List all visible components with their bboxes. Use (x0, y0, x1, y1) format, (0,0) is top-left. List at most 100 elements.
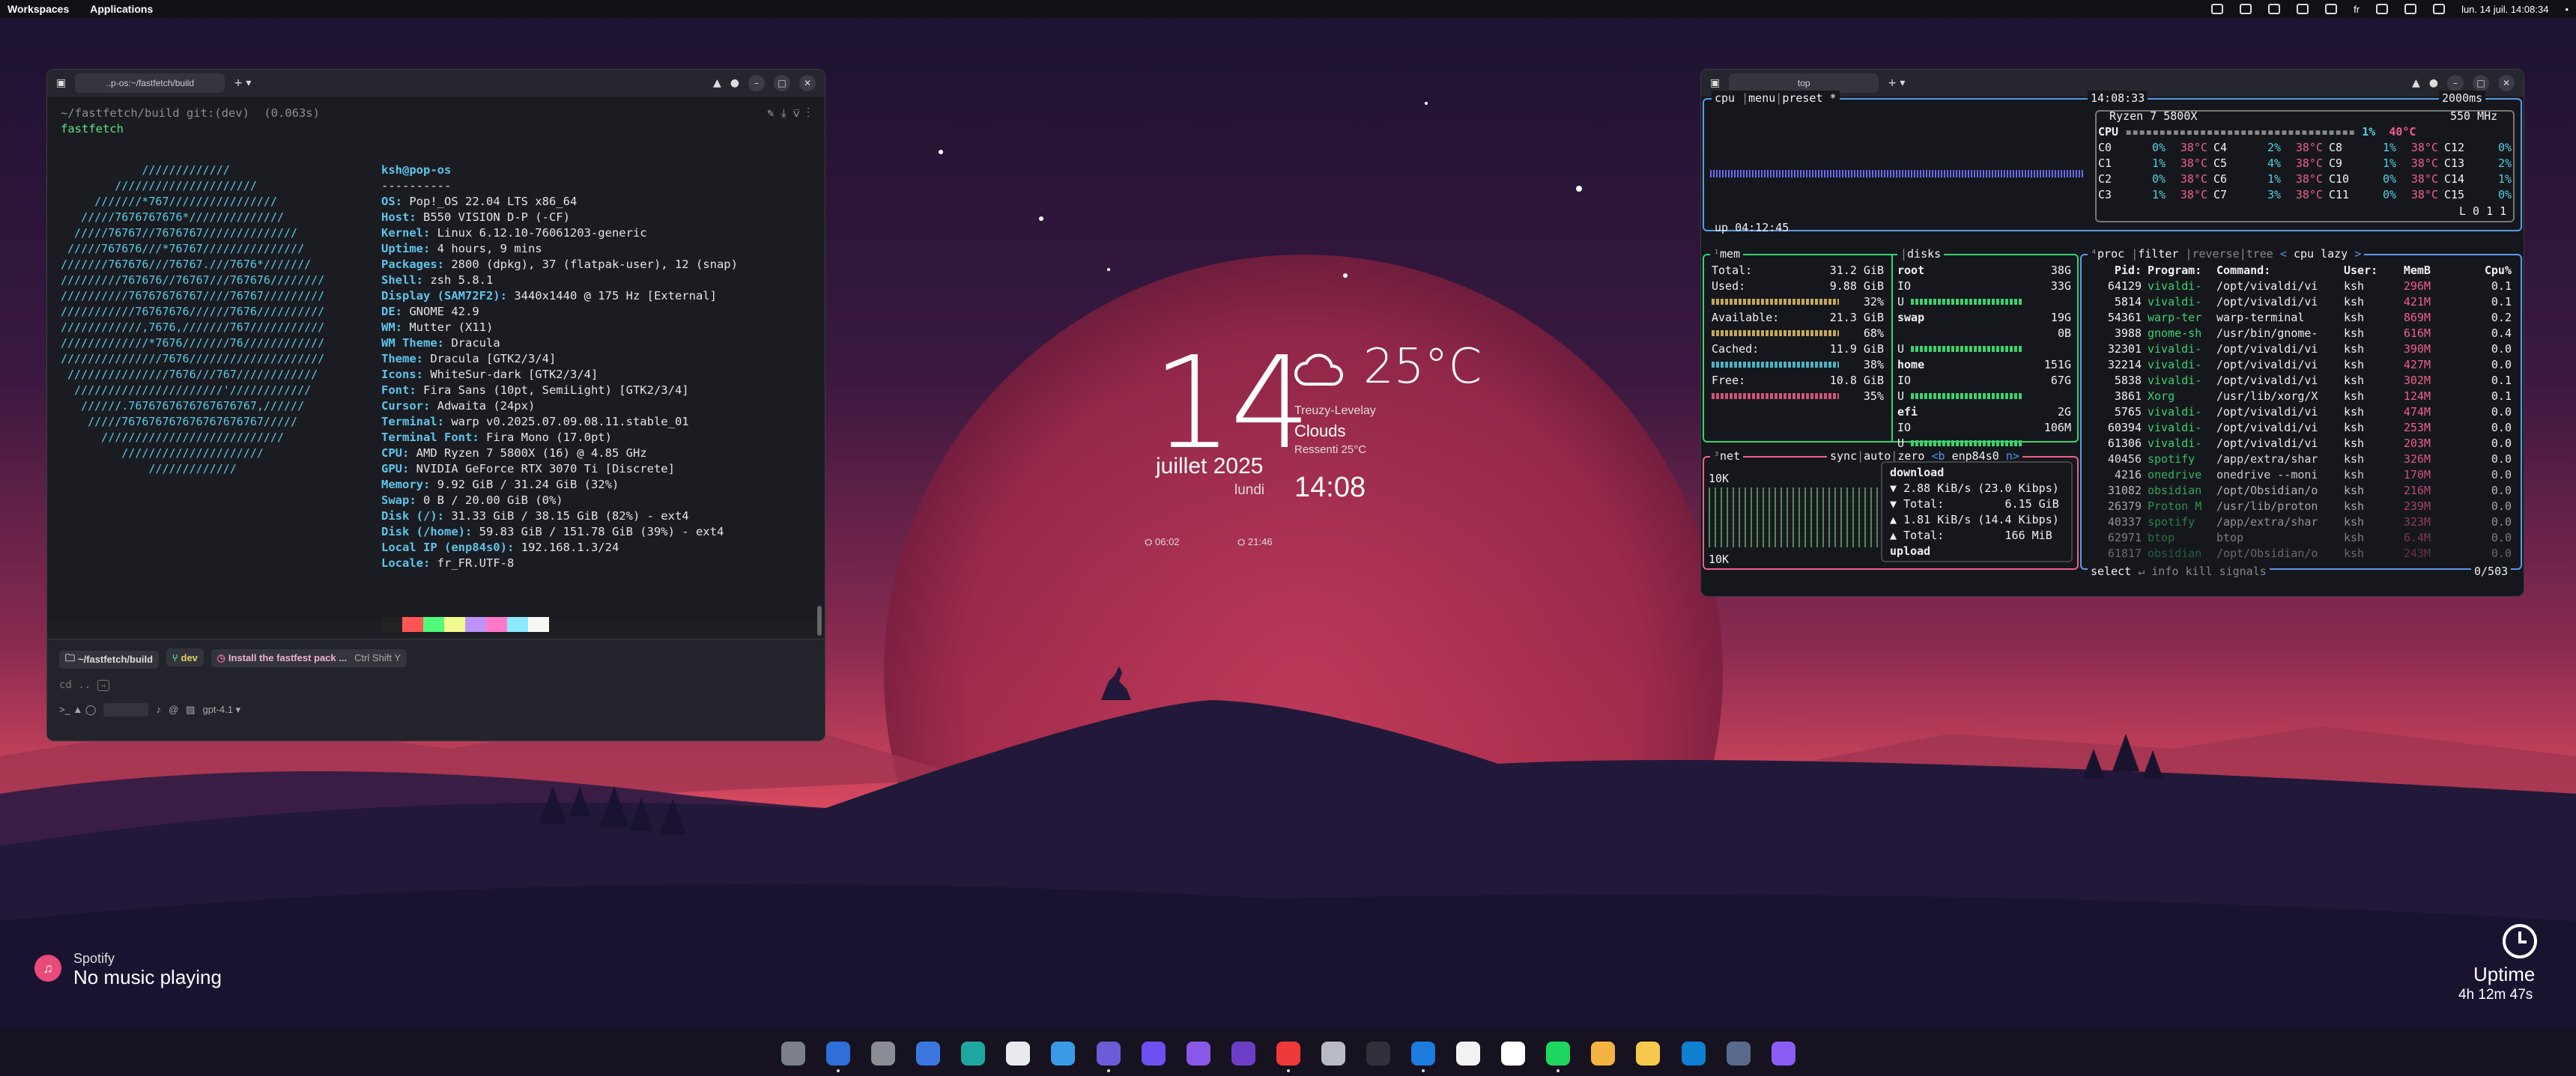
settings-icon[interactable] (871, 1042, 896, 1066)
new-tab-icon[interactable]: + ▾ (1888, 77, 1905, 89)
btop-clock: 14:08:33 (2088, 91, 2148, 106)
network-tray-icon[interactable] (2325, 4, 2338, 14)
process-cell: ksh (2344, 468, 2365, 481)
close-button[interactable]: ✕ (799, 75, 816, 91)
avatar-icon[interactable]: ● (2429, 77, 2438, 89)
files-icon[interactable] (826, 1042, 851, 1072)
core-name: C7 (2213, 188, 2228, 201)
maximize-button[interactable]: □ (774, 75, 790, 91)
spotify-icon[interactable] (1546, 1042, 1571, 1072)
core-temp: 38°C (2295, 188, 2323, 201)
vpn-tray-icon[interactable] (2240, 4, 2252, 14)
disk-meter (1911, 440, 2023, 446)
core-name: C13 (2444, 156, 2465, 170)
code-icon[interactable] (961, 1042, 986, 1066)
cpu-tabs[interactable]: cpu |menu|preset * (1712, 91, 1840, 106)
volume-icon[interactable] (2404, 4, 2417, 14)
process-cell: 0.0 (2491, 499, 2512, 513)
rocket-icon[interactable] (781, 1042, 805, 1066)
terminal-tab[interactable]: ..p-os:~/fastfetch/build (75, 73, 225, 93)
workspaces-menu[interactable]: Workspaces (7, 3, 69, 15)
notes-icon[interactable] (1096, 1042, 1121, 1072)
notification-dot-icon[interactable]: • (2565, 4, 2569, 15)
mode-icon[interactable]: >_ ▲ ◯ (59, 704, 96, 716)
process-cell: vivaldi- (2148, 358, 2202, 371)
mail-icon[interactable] (1411, 1042, 1436, 1072)
mode-field[interactable] (103, 702, 149, 717)
warp-logo-icon[interactable]: ▲ (2412, 77, 2420, 89)
scrollbar[interactable] (817, 606, 822, 636)
process-cell: /opt/vivaldi/vi (2216, 374, 2318, 387)
keyboard-layout-indicator[interactable]: fr (2354, 4, 2360, 15)
process-cell: 54361 (2107, 311, 2142, 324)
command-input[interactable]: cd .. → (59, 679, 813, 691)
image-icon[interactable]: ▨ (186, 704, 195, 716)
process-column-header[interactable]: User: (2344, 263, 2383, 279)
onedrive-tray-icon[interactable] (2297, 4, 2309, 14)
terminal-output[interactable]: ~/fastfetch/build git:(dev) (0.063s) ✎ ⤓… (47, 97, 825, 636)
vscode-icon[interactable] (1681, 1042, 1706, 1066)
monitor-icon[interactable] (1726, 1042, 1751, 1066)
folder-icon[interactable] (1051, 1042, 1076, 1066)
process-cell: vivaldi- (2148, 421, 2202, 434)
new-tab-icon[interactable]: + ▾ (234, 77, 251, 89)
minimize-button[interactable]: – (748, 75, 765, 91)
core-name: C5 (2213, 156, 2228, 170)
maximize-button[interactable]: □ (2473, 75, 2489, 91)
warp-icon[interactable] (1591, 1042, 1616, 1066)
vivaldi-icon[interactable] (1276, 1042, 1300, 1072)
sidebar-toggle-icon[interactable]: ▣ (56, 77, 66, 89)
process-column-header[interactable]: Pid: (2088, 263, 2142, 279)
obsidian-icon[interactable] (1231, 1042, 1255, 1066)
mention-icon[interactable]: @ (169, 704, 178, 715)
btop-dashboard[interactable]: cpu |menu|preset * 14:08:33 2000ms up 04… (1701, 91, 2524, 596)
spotify-icon[interactable]: ♫ (34, 955, 61, 982)
refresh-interval[interactable]: 2000ms (2439, 91, 2486, 106)
info-key: WM: (381, 320, 402, 334)
info-key: Uptime: (381, 242, 431, 255)
vpn-icon[interactable] (1141, 1042, 1166, 1066)
store-icon[interactable] (916, 1042, 941, 1066)
screenshot-icon[interactable] (1321, 1042, 1345, 1066)
proton-icon[interactable] (1186, 1042, 1210, 1066)
process-column-header[interactable]: MemB (2390, 263, 2431, 279)
close-button[interactable]: ✕ (2498, 75, 2515, 91)
process-column-header[interactable]: Command: (2216, 263, 2336, 279)
power-icon[interactable] (2433, 4, 2446, 14)
mem-meter (1712, 362, 1839, 368)
display-tray-icon[interactable] (2376, 4, 2389, 14)
downloads-icon[interactable] (1771, 1042, 1795, 1066)
proc-controls[interactable]: ⁴proc |filter |reverse|tree < cpu lazy > (2088, 246, 2365, 262)
path-chip[interactable]: 🗀 ~/fastfetch/build (59, 650, 160, 669)
mem-value: 68% (1863, 326, 1884, 340)
info-row: Disk (/home): 59.83 GiB / 151.78 GiB (39… (381, 524, 738, 540)
sidebar-toggle-icon[interactable]: ▣ (1710, 77, 1720, 89)
info-key: Swap: (381, 493, 416, 507)
core-temp: 38°C (2410, 172, 2438, 186)
warp-logo-icon[interactable]: ▲ (713, 77, 721, 89)
calendar-icon[interactable] (1501, 1042, 1526, 1066)
block-actions[interactable]: ✎ ⤓ ⊽ ⋮ (767, 106, 810, 121)
info-key: Display (SAM72F2): (381, 289, 507, 303)
proc-footer[interactable]: select ↵ info kill signals (2088, 564, 2270, 580)
notion-icon[interactable] (1456, 1042, 1481, 1066)
mem-row: Free: 10.8 GiB (1712, 373, 1884, 389)
mic-icon[interactable]: ♪ (156, 704, 161, 715)
info-key: Kernel: (381, 226, 431, 240)
avatar-icon[interactable]: ● (730, 77, 739, 89)
camera-icon[interactable] (1006, 1042, 1031, 1066)
model-selector[interactable]: gpt-4.1 ▾ (202, 704, 240, 716)
suggestion-chip[interactable]: ◷ Install the fastfest pack ... Ctrl Shi… (210, 648, 407, 667)
process-cell: 0.4 (2491, 326, 2512, 340)
terminal-icon[interactable] (1366, 1042, 1391, 1066)
process-column-header[interactable]: Program: (2148, 263, 2213, 279)
discord-tray-icon[interactable] (2211, 4, 2224, 14)
proton-tray-icon[interactable] (2268, 4, 2281, 14)
branch-chip[interactable]: ⑂ dev (166, 648, 204, 666)
core-temp: 38°C (2295, 172, 2323, 186)
clock-datetime[interactable]: lun. 14 juil. 14:08:34 (2461, 4, 2548, 15)
process-column-header[interactable]: Cpu% (2473, 263, 2512, 279)
text-editor-icon[interactable] (1636, 1042, 1661, 1066)
minimize-button[interactable]: – (2447, 75, 2464, 91)
applications-menu[interactable]: Applications (90, 3, 153, 15)
